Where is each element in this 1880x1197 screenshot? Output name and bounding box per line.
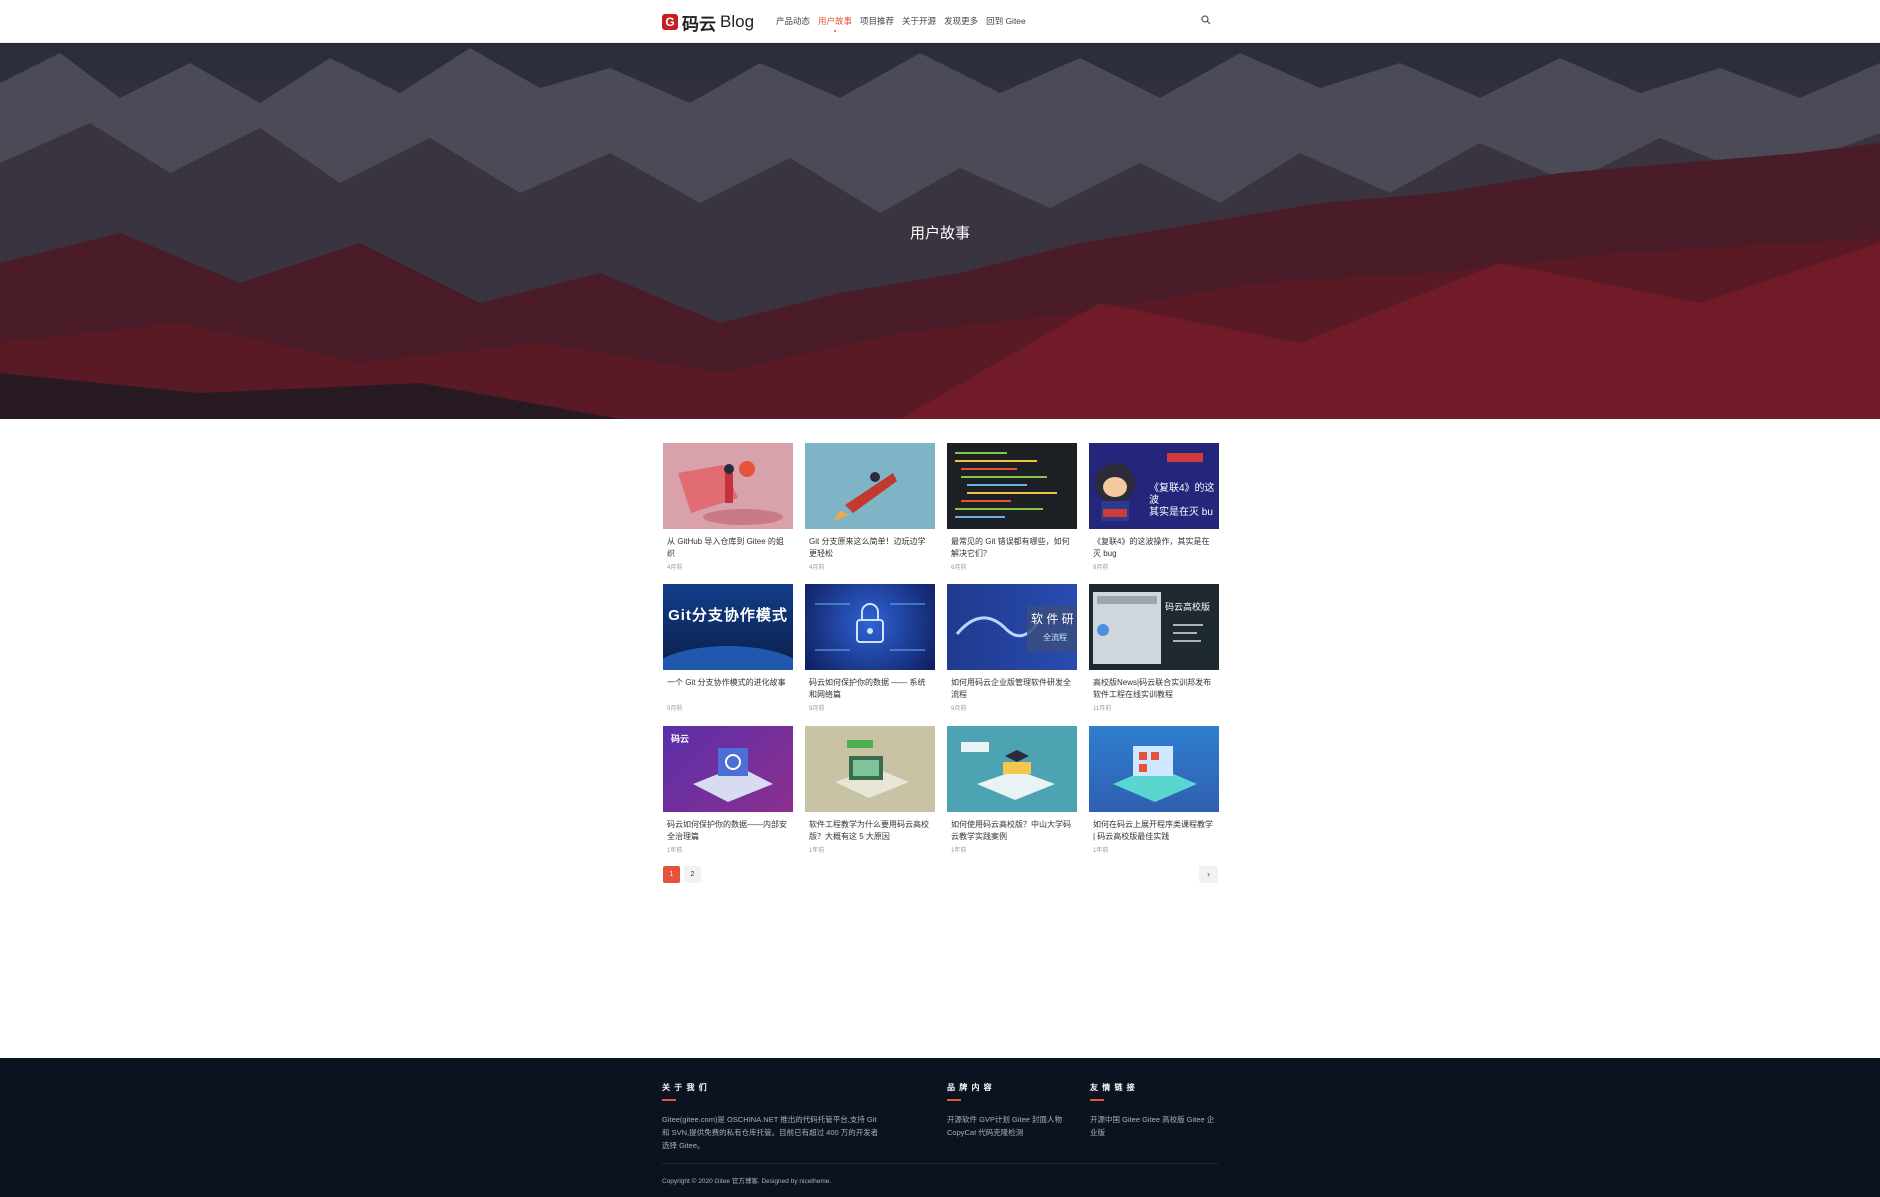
gitee-logo-icon: G (662, 14, 678, 30)
post-date: 9月前 (667, 706, 683, 712)
footer-friend-links[interactable]: 开源中国 Gitee Gitee 高校版 Gitee 企业版 (1090, 1113, 1220, 1139)
post-title[interactable]: 最常见的 Git 错误都有哪些，如何解决它们？ (947, 536, 1077, 560)
hero-banner: 用户故事 (0, 43, 1880, 419)
footer-about-title: 关 于 我 们 (662, 1083, 708, 1092)
search-icon[interactable] (1201, 15, 1211, 25)
post-card[interactable]: 如何在码云上展开程序类课程教学 | 码云高校版最佳实践 1年前 (1089, 726, 1219, 854)
post-title[interactable]: 如何使用码云高校版？中山大学码云教学实践案例 (947, 819, 1077, 843)
page-title: 用户故事 (909, 225, 970, 242)
thumbnail-text: 其实是在灭 bu (1149, 507, 1213, 518)
footer-about: 关 于 我 们 Gitee(gitee.com)是 OSCHINA.NET 推出… (662, 1082, 882, 1152)
chevron-right-icon: › (1207, 869, 1210, 879)
post-date: 4月前 (809, 565, 825, 571)
post-date: 1年前 (951, 848, 967, 854)
footer-friends-title: 友 情 链 接 (1090, 1083, 1136, 1092)
post-card[interactable]: 最常见的 Git 错误都有哪些，如何解决它们？ 6月前 (947, 443, 1077, 571)
thumbnail-text: 软 件 研 (1031, 612, 1074, 626)
logo-text-cn: 码云 (682, 14, 716, 34)
post-date: 1年前 (809, 848, 825, 854)
footer-accent-bar (947, 1099, 961, 1101)
post-title[interactable]: 如何用码云企业版管理软件研发全流程 (947, 677, 1077, 701)
post-thumbnail[interactable]: Git分支协作模式 (663, 584, 793, 670)
post-card[interactable]: Git 分支原来这么简单！边玩边学更轻松 4月前 (805, 443, 935, 571)
post-thumbnail[interactable] (805, 443, 935, 529)
post-title[interactable]: 码云如何保护你的数据 —— 系统和网络篇 (805, 677, 935, 701)
footer-copyright: Copyright © 2020 Gitee 官方博客. Designed by… (662, 1178, 832, 1185)
nav-item-user-stories[interactable]: 用户故事 (818, 15, 852, 32)
footer-about-text: Gitee(gitee.com)是 OSCHINA.NET 推出的代码托管平台,… (662, 1115, 879, 1150)
post-date: 9月前 (951, 706, 967, 712)
post-date: 1年前 (1093, 848, 1109, 854)
post-card[interactable]: 码云如何保护你的数据 —— 系统和网络篇 9月前 (805, 584, 935, 712)
post-thumbnail[interactable]: 码云高校版 (1089, 584, 1219, 670)
post-date: 1年前 (667, 848, 683, 854)
post-card[interactable]: 如何使用码云高校版？中山大学码云教学实践案例 1年前 (947, 726, 1077, 854)
thumbnail-text: 码云 (671, 734, 690, 744)
post-title[interactable]: 如何在码云上展开程序类课程教学 | 码云高校版最佳实践 (1089, 819, 1219, 843)
post-title[interactable]: 高校版News|码云联合实训邦发布软件工程在线实训教程 (1089, 677, 1219, 701)
post-card[interactable]: 从 GitHub 导入仓库到 Gitee 的姐织 4月前 (663, 443, 793, 571)
post-title[interactable]: 一个 Git 分支协作模式的进化故事 (663, 677, 793, 701)
post-title[interactable]: 码云如何保护你的数据——内部安全治理篇 (663, 819, 793, 843)
post-card[interactable]: 码云 码云如何保护你的数据——内部安全治理篇 1年前 (663, 726, 793, 854)
footer-brand: 品 牌 内 容 开源软件 GVP计划 Gitee 封面人物 CopyCat 代码… (947, 1082, 1077, 1139)
post-card[interactable]: Git分支协作模式 一个 Git 分支协作模式的进化故事 9月前 (663, 584, 793, 712)
thumbnail-text: Git分支协作模式 (668, 607, 788, 624)
pagination-next-button[interactable]: › (1199, 866, 1218, 883)
footer-brand-title: 品 牌 内 容 (947, 1083, 993, 1092)
post-date: 11月前 (1093, 706, 1112, 712)
post-thumbnail[interactable]: 软 件 研 全流程 (947, 584, 1077, 670)
footer-divider (662, 1163, 1218, 1164)
post-date: 6月前 (951, 565, 967, 571)
nav-item-discover[interactable]: 发现更多 (944, 15, 978, 27)
footer-brand-links[interactable]: 开源软件 GVP计划 Gitee 封面人物 CopyCat 代码克隆检测 (947, 1113, 1077, 1139)
pagination-page-1[interactable]: 1 (663, 866, 680, 883)
thumbnail-text: 《复联4》的这波 (1149, 483, 1215, 506)
post-thumbnail[interactable] (805, 726, 935, 812)
thumbnail-text: 全流程 (1043, 633, 1067, 642)
post-thumbnail[interactable]: 《复联4》的这波 其实是在灭 bu (1089, 443, 1219, 529)
post-title[interactable]: 软件工程教学为什么要用码云高校版？大概有这 5 大原因 (805, 819, 935, 843)
nav-item-opensource[interactable]: 关于开源 (902, 15, 936, 27)
post-thumbnail[interactable] (805, 584, 935, 670)
nav-item-product[interactable]: 产品动态 (776, 15, 810, 27)
pagination-page-2[interactable]: 2 (684, 866, 701, 883)
post-date: 9月前 (809, 706, 825, 712)
footer-accent-bar (1090, 1099, 1104, 1101)
post-thumbnail[interactable] (947, 726, 1077, 812)
site-logo[interactable]: G 码云 Blog (662, 12, 755, 34)
logo-text-en: Blog (720, 12, 755, 31)
post-thumbnail[interactable]: 码云 (663, 726, 793, 812)
site-header: G 码云 Blog 产品动态 用户故事 项目推荐 关于开源 发现更多 回到 Gi… (0, 0, 1880, 43)
post-card[interactable]: 软 件 研 全流程 如何用码云企业版管理软件研发全流程 9月前 (947, 584, 1077, 712)
footer-friends: 友 情 链 接 开源中国 Gitee Gitee 高校版 Gitee 企业版 (1090, 1082, 1220, 1139)
post-card[interactable]: 软件工程教学为什么要用码云高校版？大概有这 5 大原因 1年前 (805, 726, 935, 854)
post-thumbnail[interactable] (1089, 726, 1219, 812)
post-date: 9月前 (1093, 565, 1109, 571)
main-nav: 产品动态 用户故事 项目推荐 关于开源 发现更多 回到 Gitee (776, 15, 1026, 32)
nav-item-back-gitee[interactable]: 回到 Gitee (986, 15, 1026, 27)
post-card[interactable]: 码云高校版 高校版News|码云联合实训邦发布软件工程在线实训教程 11月前 (1089, 584, 1219, 712)
nav-item-projects[interactable]: 项目推荐 (860, 15, 894, 27)
post-thumbnail[interactable] (947, 443, 1077, 529)
post-title[interactable]: 从 GitHub 导入仓库到 Gitee 的姐织 (663, 536, 793, 560)
post-title[interactable]: Git 分支原来这么简单！边玩边学更轻松 (805, 536, 935, 560)
footer-accent-bar (662, 1099, 676, 1101)
thumbnail-text: 码云高校版 (1165, 602, 1211, 612)
post-card[interactable]: 《复联4》的这波 其实是在灭 bu 《复联4》的这波操作，其实是在灭 bug 9… (1089, 443, 1219, 571)
site-footer: 关 于 我 们 Gitee(gitee.com)是 OSCHINA.NET 推出… (0, 1058, 1880, 1197)
post-thumbnail[interactable] (663, 443, 793, 529)
post-title[interactable]: 《复联4》的这波操作，其实是在灭 bug (1089, 536, 1219, 560)
post-date: 4月前 (667, 565, 683, 571)
